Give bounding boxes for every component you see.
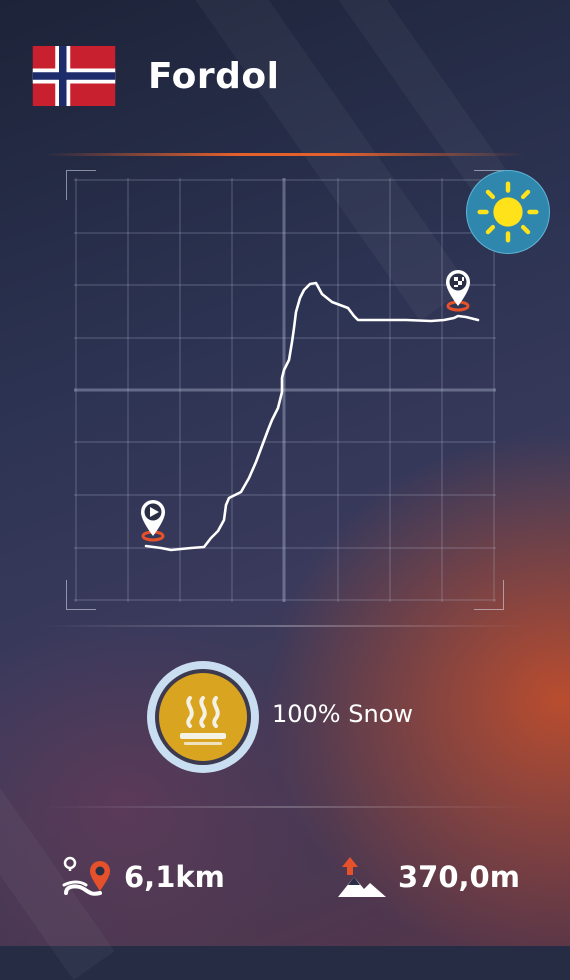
sun-icon <box>477 181 539 243</box>
start-play-pin-icon <box>141 500 165 542</box>
distance-stat: 6,1km <box>62 852 225 902</box>
finish-checkered-flag-pin-icon <box>446 270 470 312</box>
map-divider <box>40 625 530 627</box>
elevation-gain-icon <box>338 857 386 897</box>
norway-flag-icon <box>32 46 116 106</box>
route-line <box>144 281 480 552</box>
surface-label: 100% Snow <box>272 700 413 728</box>
route-distance-icon <box>62 856 110 896</box>
elevation-stat: 370,0m <box>336 852 520 902</box>
header-divider <box>45 153 525 156</box>
route-title: Fordol <box>148 55 280 97</box>
surface-badge <box>147 661 259 773</box>
stats-divider <box>40 806 530 808</box>
distance-value: 6,1km <box>124 860 225 894</box>
route-header: Fordol <box>22 45 542 107</box>
route-map <box>66 170 504 610</box>
elevation-value: 370,0m <box>398 860 520 894</box>
weather-badge <box>466 170 550 254</box>
